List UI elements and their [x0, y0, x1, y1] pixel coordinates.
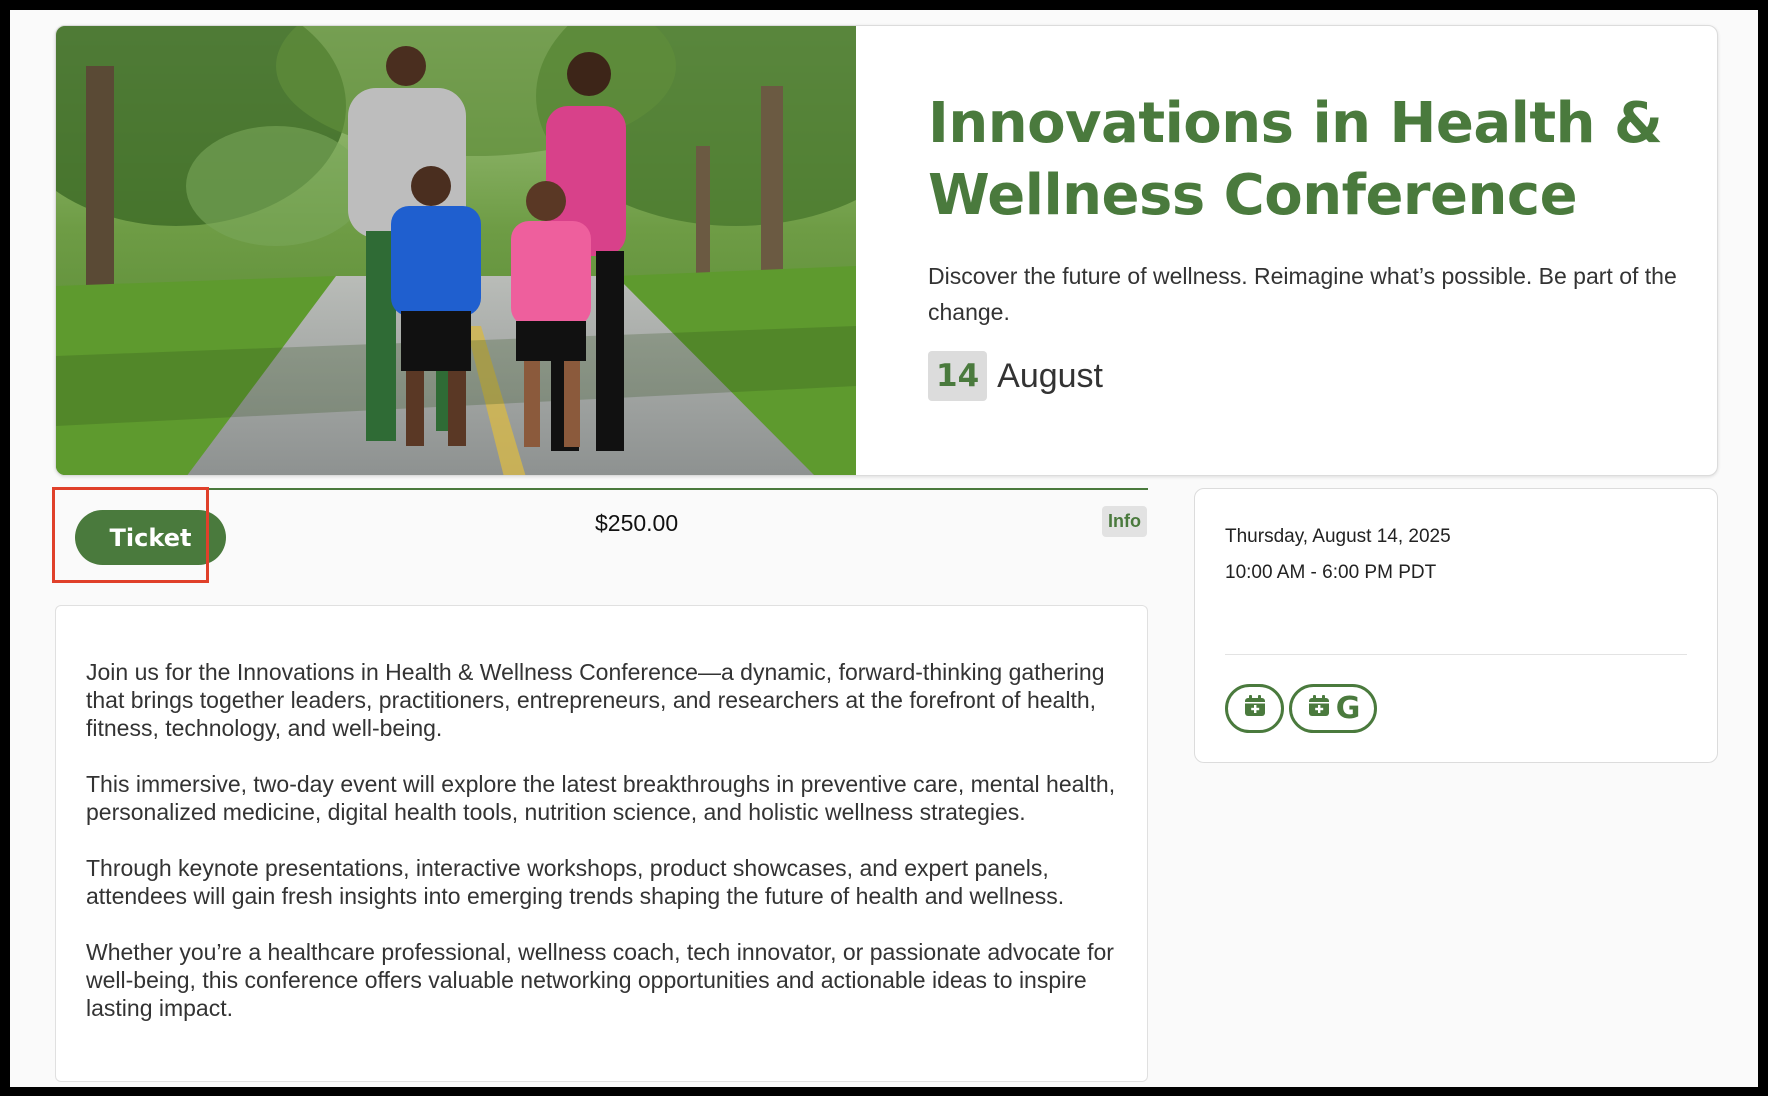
schedule-divider — [1225, 654, 1687, 655]
event-date-day: 14 — [928, 351, 988, 401]
add-to-calendar-button[interactable] — [1225, 684, 1284, 733]
event-date: 14 August — [928, 351, 1688, 401]
ticket-price: $250.00 — [595, 510, 679, 536]
ticket-button[interactable]: Ticket — [75, 510, 226, 565]
event-page: Innovations in Health & Wellness Confere… — [10, 10, 1758, 1087]
event-subtitle: Discover the future of wellness. Reimagi… — [928, 263, 1677, 325]
google-calendar-add-icon — [1306, 693, 1332, 724]
add-to-google-calendar-button[interactable]: G — [1289, 684, 1377, 733]
event-hero-card: Innovations in Health & Wellness Confere… — [55, 25, 1718, 476]
event-hero-info: Innovations in Health & Wellness Confere… — [928, 88, 1688, 401]
google-letter: G — [1335, 690, 1361, 726]
schedule-date: Thursday, August 14, 2025 — [1225, 526, 1451, 547]
description-paragraph: Through keynote presentations, interacti… — [86, 855, 1065, 909]
schedule-time: 10:00 AM - 6:00 PM PDT — [1225, 562, 1437, 583]
event-date-month: August — [997, 356, 1103, 395]
description-paragraph: Join us for the Innovations in Health & … — [86, 659, 1105, 741]
event-hero-image — [56, 26, 856, 475]
calendar-add-icon — [1242, 693, 1268, 724]
info-badge[interactable]: Info — [1102, 506, 1147, 537]
ticket-bar: Ticket $250.00 Info — [55, 488, 1148, 578]
event-description-card: Join us for the Innovations in Health & … — [55, 605, 1148, 1082]
event-title: Innovations in Health & Wellness Confere… — [928, 91, 1663, 228]
description-paragraph: This immersive, two-day event will explo… — [86, 771, 1116, 825]
calendar-buttons: G — [1225, 684, 1687, 733]
event-schedule-card: Thursday, August 14, 2025 10:00 AM - 6:0… — [1194, 488, 1718, 763]
description-paragraph: Whether you’re a healthcare professional… — [86, 939, 1114, 1021]
